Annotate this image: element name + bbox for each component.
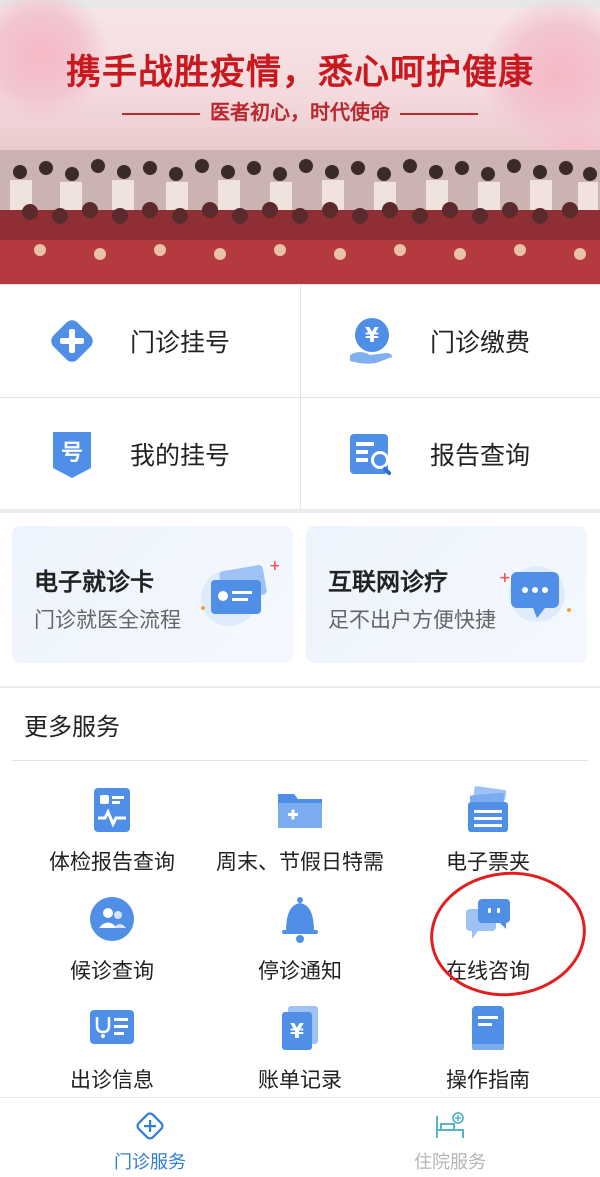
bottom-tab-bar: 门诊服务 住院服务 xyxy=(0,1097,600,1177)
svg-text:+: + xyxy=(269,558,279,574)
plus-diamond-outline-icon xyxy=(134,1110,166,1142)
svg-text:¥: ¥ xyxy=(290,1019,304,1043)
banner-subline: 医者初心，时代使命 xyxy=(0,96,600,125)
outpatient-registration-button[interactable]: 门诊挂号 xyxy=(0,284,300,397)
number-tag-icon: 号 xyxy=(44,426,100,482)
tab-outpatient-services[interactable]: 门诊服务 xyxy=(0,1098,300,1177)
more-services-title: 更多服务 xyxy=(24,713,120,741)
folder-plus-icon xyxy=(276,786,324,834)
e-ticket-folder-button[interactable]: 电子票夹 xyxy=(388,786,588,886)
quick-action-label: 报告查询 xyxy=(430,440,531,470)
guide-book-icon xyxy=(464,1004,512,1052)
svg-text:号: 号 xyxy=(61,441,83,466)
card-subtitle: 足不出户方便快捷 xyxy=(328,608,496,632)
service-label: 出诊信息 xyxy=(70,1068,154,1092)
service-label: 体检报告查询 xyxy=(49,850,175,874)
card-subtitle: 门诊就医全流程 xyxy=(34,608,181,632)
medical-card-icon: + xyxy=(199,558,281,630)
quick-actions-grid: 门诊挂号 ¥ 门诊缴费 号 我的挂号 报告查询 xyxy=(0,284,600,510)
health-report-icon xyxy=(88,786,136,834)
banner-subline-text: 医者初心，时代使命 xyxy=(210,100,390,124)
outpatient-payment-button[interactable]: ¥ 门诊缴费 xyxy=(300,284,600,397)
ticket-folder-icon xyxy=(464,786,512,834)
electronic-card-tile[interactable]: 电子就诊卡 门诊就医全流程 + xyxy=(12,526,293,663)
service-label: 候诊查询 xyxy=(70,959,154,983)
service-label: 操作指南 xyxy=(446,1068,530,1092)
weekend-holiday-button[interactable]: 周末、节假日特需 xyxy=(200,786,400,886)
health-report-query-button[interactable]: 体检报告查询 xyxy=(12,786,212,886)
doctor-schedule-icon xyxy=(88,1004,136,1052)
internet-diagnosis-tile[interactable]: 互联网诊疗 足不出户方便快捷 + xyxy=(306,526,587,663)
section-separator xyxy=(0,686,600,688)
report-query-button[interactable]: 报告查询 xyxy=(300,397,600,510)
service-label: 停诊通知 xyxy=(258,959,342,983)
tab-label: 门诊服务 xyxy=(114,1152,186,1173)
card-title: 电子就诊卡 xyxy=(34,568,154,596)
bill-records-button[interactable]: ¥ 账单记录 xyxy=(200,1004,400,1104)
service-label: 账单记录 xyxy=(258,1068,342,1092)
yuan-hand-icon: ¥ xyxy=(344,313,400,369)
group-photo xyxy=(0,150,600,284)
service-label: 电子票夹 xyxy=(446,850,530,874)
tab-label: 住院服务 xyxy=(414,1152,486,1173)
subline-dash-right xyxy=(400,112,478,115)
section-separator xyxy=(0,509,600,513)
hero-banner: 携手战胜疫情，悉心呵护健康 医者初心，时代使命 xyxy=(0,0,600,284)
quick-action-label: 门诊挂号 xyxy=(130,327,231,357)
subline-dash-left xyxy=(122,112,200,115)
svg-text:+: + xyxy=(499,570,511,586)
quick-action-label: 门诊缴费 xyxy=(430,327,531,357)
my-registrations-button[interactable]: 号 我的挂号 xyxy=(0,397,300,510)
tab-inpatient-services[interactable]: 住院服务 xyxy=(300,1098,600,1177)
suspension-notice-button[interactable]: 停诊通知 xyxy=(200,895,400,995)
bell-icon xyxy=(276,895,324,943)
section-divider xyxy=(12,760,588,761)
svg-text:¥: ¥ xyxy=(365,323,379,347)
status-strip xyxy=(0,0,600,8)
report-search-icon xyxy=(344,426,400,482)
chat-bubble-icon: + xyxy=(493,558,573,630)
hospital-bed-icon xyxy=(434,1110,466,1142)
waiting-people-icon xyxy=(88,895,136,943)
plus-diamond-icon xyxy=(44,313,100,369)
waiting-query-button[interactable]: 候诊查询 xyxy=(12,895,212,995)
doctor-schedule-button[interactable]: 出诊信息 xyxy=(12,1004,212,1104)
service-label: 周末、节假日特需 xyxy=(216,850,384,874)
banner-headline: 携手战胜疫情，悉心呵护健康 xyxy=(65,53,534,93)
operation-guide-button[interactable]: 操作指南 xyxy=(388,1004,588,1104)
quick-action-label: 我的挂号 xyxy=(130,440,231,470)
card-title: 互联网诊疗 xyxy=(328,568,448,596)
bill-yuan-icon: ¥ xyxy=(276,1004,324,1052)
